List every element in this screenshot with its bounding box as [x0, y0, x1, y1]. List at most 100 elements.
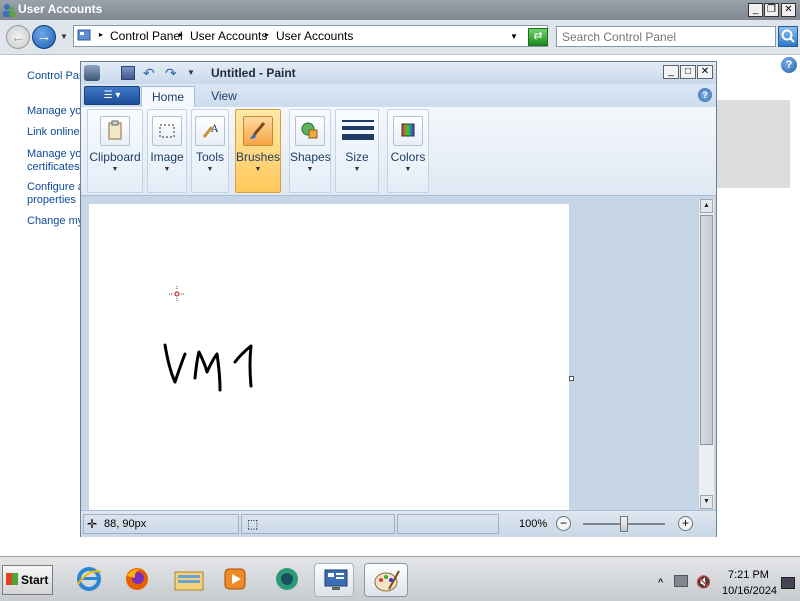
- canvas-area: [81, 196, 716, 510]
- live-messenger-icon[interactable]: [266, 563, 306, 597]
- clock-time[interactable]: 7:21 PM: [728, 569, 769, 581]
- search-icon[interactable]: [778, 26, 798, 47]
- forward-button[interactable]: →: [32, 25, 56, 49]
- remote-desktop-icon[interactable]: [314, 563, 354, 597]
- address-bar[interactable]: ▸ Control Panel ▸ User Accounts ▸ User A…: [73, 25, 548, 47]
- paint-taskbar-icon[interactable]: [364, 563, 408, 597]
- redo-icon[interactable]: ↷: [165, 66, 179, 80]
- paint-close-button[interactable]: ✕: [697, 65, 713, 79]
- explorer-title: User Accounts: [18, 2, 103, 16]
- size-label: Size: [345, 150, 369, 164]
- zoom-out-button[interactable]: −: [556, 516, 571, 531]
- zoom-slider-thumb[interactable]: [620, 516, 628, 532]
- zoom-level: 100%: [519, 518, 548, 530]
- shapes-label: Shapes: [290, 150, 331, 164]
- link-manage-certificates[interactable]: Manage yo: [27, 148, 81, 160]
- ribbon-group-clipboard[interactable]: Clipboard ▼: [87, 109, 143, 193]
- vertical-scrollbar[interactable]: ▲ ▼: [698, 199, 714, 509]
- crosshair-cursor-icon: [169, 286, 185, 302]
- svg-text:A: A: [210, 124, 219, 135]
- explorer-navbar: ← → ▼ ▸ Control Panel ▸ User Accounts ▸ …: [0, 20, 800, 55]
- tab-view[interactable]: View: [197, 86, 251, 107]
- paint-maximize-button[interactable]: □: [680, 65, 696, 79]
- paint-app-icon[interactable]: [84, 65, 100, 81]
- show-hidden-icons-icon[interactable]: ^: [658, 577, 663, 587]
- colors-label: Colors: [390, 150, 426, 164]
- cursor-position: 88, 90px: [104, 518, 147, 530]
- cursor-position-icon: ✛: [87, 517, 98, 531]
- handwritten-strokes: [163, 343, 253, 392]
- link-control-panel-home[interactable]: Control Pan: [27, 70, 85, 82]
- save-icon[interactable]: [121, 66, 135, 80]
- link-manage-credentials[interactable]: Manage yo: [27, 105, 81, 117]
- breadcrumb-arrow-icon: ▸: [179, 30, 184, 39]
- volume-muted-icon[interactable]: 🔇: [696, 575, 711, 589]
- chevron-down-icon: ▼: [163, 166, 171, 173]
- ribbon-group-colors[interactable]: Colors ▼: [387, 109, 429, 193]
- undo-icon[interactable]: ↶: [143, 66, 157, 80]
- minimize-button[interactable]: _: [748, 3, 763, 17]
- chevron-down-icon: ▼: [111, 166, 119, 173]
- chevron-down-icon: ▼: [306, 166, 314, 173]
- tools-label: Tools: [195, 150, 224, 164]
- help-icon[interactable]: ?: [781, 57, 797, 73]
- link-manage-certificates-cont[interactable]: certificates: [27, 161, 80, 173]
- canvas-resize-handle[interactable]: [569, 376, 574, 381]
- select-icon: [152, 116, 182, 146]
- file-explorer-icon[interactable]: [166, 563, 206, 597]
- address-dropdown-icon[interactable]: ▼: [510, 32, 518, 41]
- clock-date[interactable]: 10/16/2024: [722, 585, 777, 597]
- zoom-in-button[interactable]: +: [678, 516, 693, 531]
- history-dropdown-icon[interactable]: ▼: [60, 32, 68, 41]
- brush-icon: [243, 116, 273, 146]
- paint-menu-button[interactable]: ☰ ▾: [84, 86, 140, 105]
- ribbon-help-icon[interactable]: ?: [698, 88, 712, 102]
- ribbon-group-image[interactable]: Image ▼: [147, 109, 187, 193]
- ribbon-group-brushes[interactable]: Brushes ▼: [235, 109, 281, 193]
- selection-size-icon: ⬚: [247, 517, 259, 531]
- scroll-up-icon[interactable]: ▲: [700, 199, 713, 213]
- control-panel-icon: [77, 28, 91, 42]
- link-configure-properties-cont[interactable]: properties: [27, 194, 76, 206]
- image-label: Image: [150, 150, 184, 164]
- breadcrumb-user-accounts-current[interactable]: User Accounts: [276, 29, 353, 43]
- size-icon: [342, 116, 374, 146]
- close-button[interactable]: ✕: [781, 3, 796, 17]
- breadcrumb-arrow-icon: ▸: [265, 30, 270, 39]
- network-icon[interactable]: [674, 575, 688, 587]
- breadcrumb-control-panel[interactable]: Control Panel: [110, 29, 183, 43]
- drawing-canvas[interactable]: [89, 204, 569, 510]
- brushes-label: Brushes: [236, 150, 281, 164]
- tools-icon: A: [195, 116, 225, 146]
- clipboard-icon: [100, 116, 130, 146]
- scroll-thumb[interactable]: [700, 215, 713, 445]
- customize-qat-icon[interactable]: ▼: [187, 66, 201, 80]
- user-accounts-icon: [2, 3, 16, 17]
- refresh-button[interactable]: ⇄: [528, 28, 548, 46]
- restore-button[interactable]: ❐: [764, 3, 779, 17]
- tab-home[interactable]: Home: [141, 86, 195, 107]
- paint-minimize-button[interactable]: _: [663, 65, 679, 79]
- link-change-environment[interactable]: Change my: [27, 215, 83, 227]
- ribbon: Clipboard ▼ Image ▼ A Tools ▼ Brushes ▼: [81, 107, 716, 196]
- firefox-icon[interactable]: [116, 563, 156, 597]
- search-input[interactable]: [556, 26, 776, 47]
- back-button[interactable]: ←: [6, 25, 30, 49]
- chevron-down-icon: ▼: [254, 166, 262, 173]
- ribbon-group-tools[interactable]: A Tools ▼: [191, 109, 229, 193]
- chevron-down-icon: ▼: [206, 166, 214, 173]
- chevron-down-icon: ▼: [353, 166, 361, 173]
- breadcrumb-user-accounts[interactable]: User Accounts: [190, 29, 267, 43]
- link-configure-properties[interactable]: Configure a: [27, 181, 84, 193]
- link-online-ids[interactable]: Link online: [27, 126, 80, 138]
- media-player-icon[interactable]: [214, 563, 254, 597]
- show-desktop-icon[interactable]: [781, 577, 795, 589]
- shapes-icon: [295, 116, 325, 146]
- windows-flag-icon: [6, 573, 18, 585]
- clipboard-label: Clipboard: [89, 150, 141, 164]
- scroll-down-icon[interactable]: ▼: [700, 495, 713, 509]
- internet-explorer-icon[interactable]: [68, 563, 108, 597]
- ribbon-group-size[interactable]: Size ▼: [335, 109, 379, 193]
- ribbon-group-shapes[interactable]: Shapes ▼: [289, 109, 331, 193]
- status-panel-selection: [241, 514, 395, 534]
